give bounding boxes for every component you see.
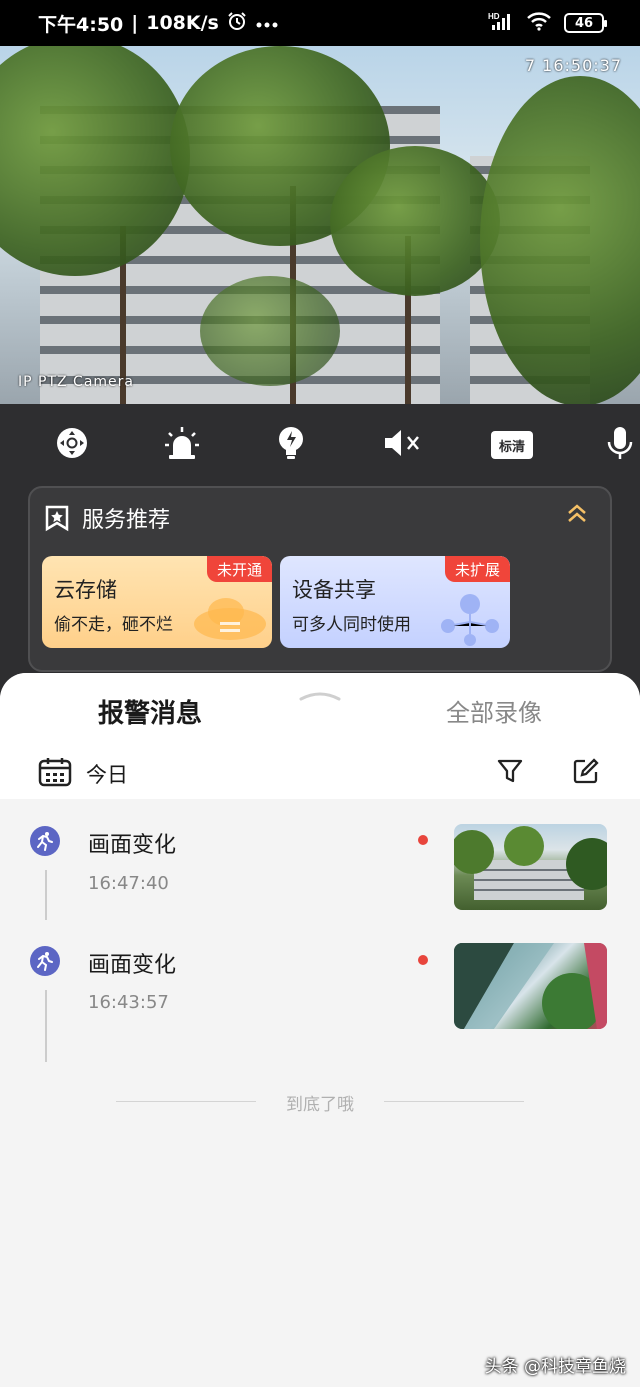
alarm-siren-icon: [163, 425, 201, 465]
light-button[interactable]: [268, 422, 314, 468]
control-toolbar: 标清: [0, 422, 640, 472]
mute-icon: [382, 427, 424, 463]
ptz-icon: [54, 425, 90, 465]
event-time: 16:43:57: [88, 992, 169, 1013]
event-thumbnail[interactable]: [454, 943, 607, 1029]
card-title: 云存储: [54, 578, 117, 602]
tab-alarm-messages[interactable]: 报警消息: [98, 693, 202, 730]
status-right: HD 46: [488, 11, 607, 35]
edit-icon[interactable]: [572, 757, 600, 789]
device-share-card[interactable]: 设备共享 可多人同时使用 未扩展: [280, 556, 510, 648]
video-camera-label: IP PTZ Camera: [18, 374, 134, 390]
timeline-line: [45, 990, 47, 1062]
bottom-sheet: 报警消息 全部录像 今日: [0, 673, 640, 1387]
battery-icon: 46: [564, 13, 607, 33]
status-bar: 下午4:50 | 108K/s HD 46: [0, 0, 640, 46]
cloud-icon: [194, 598, 266, 640]
tab-all-recordings[interactable]: 全部录像: [446, 693, 542, 728]
svg-text:HD: HD: [488, 12, 500, 21]
status-left: 下午4:50 | 108K/s: [38, 10, 279, 37]
motion-running-icon: [30, 826, 60, 856]
more-dots-icon: [255, 12, 279, 34]
controls-panel: 标清 服务推荐 云存储 偷不走，砸不烂 未开通 设备共享 可多人同时使用 未扩展: [0, 404, 640, 704]
status-separator: |: [131, 12, 139, 34]
camera-video-feed[interactable]: 7 16:50:37 IP PTZ Camera: [0, 46, 640, 404]
end-of-list-text: 到底了哦: [286, 1095, 354, 1115]
filter-icon[interactable]: [496, 757, 524, 789]
event-thumbnail[interactable]: [454, 824, 607, 910]
ptz-button[interactable]: [49, 422, 95, 468]
wifi-icon: [526, 11, 552, 35]
sheet-handle-icon[interactable]: [298, 687, 342, 706]
unread-dot: [418, 835, 428, 845]
status-badge: 未开通: [206, 556, 272, 582]
battery-level: 46: [574, 15, 594, 31]
alarm-clock-icon: [227, 11, 247, 36]
share-network-icon: [441, 594, 499, 646]
unread-dot: [418, 955, 428, 965]
mute-button[interactable]: [380, 422, 426, 468]
calendar-icon[interactable]: [38, 757, 72, 791]
collapse-chevron-icon[interactable]: [566, 502, 588, 528]
card-title: 设备共享: [292, 578, 376, 602]
event-title: 画面变化: [88, 833, 177, 858]
date-label[interactable]: 今日: [86, 759, 128, 789]
quality-label: 标清: [491, 431, 533, 459]
service-recommendation: 服务推荐 云存储 偷不走，砸不烂 未开通 设备共享 可多人同时使用 未扩展: [28, 486, 612, 672]
video-timestamp: 7 16:50:37: [524, 56, 622, 75]
card-subtitle: 可多人同时使用: [292, 615, 411, 635]
light-bulb-icon: [276, 425, 306, 465]
status-speed: 108K/s: [146, 12, 219, 34]
status-badge: 未扩展: [444, 556, 510, 582]
mic-icon: [606, 425, 636, 465]
event-title: 画面变化: [88, 953, 177, 978]
event-time: 16:47:40: [88, 873, 169, 894]
status-time: 下午4:50: [38, 13, 124, 36]
watermark: 头条 @科技章鱼烧: [484, 1357, 626, 1377]
card-subtitle: 偷不走，砸不烂: [54, 615, 173, 635]
timeline-line: [45, 870, 47, 920]
mic-button[interactable]: [598, 422, 640, 468]
cloud-storage-card[interactable]: 云存储 偷不走，砸不烂 未开通: [42, 556, 272, 648]
quality-button[interactable]: 标清: [489, 422, 535, 468]
service-title: 服务推荐: [82, 508, 171, 533]
motion-running-icon: [30, 946, 60, 976]
video-tree: [200, 276, 340, 386]
star-bookmark-icon: [44, 504, 70, 536]
hd-signal-icon: HD: [488, 11, 514, 35]
video-tree: [330, 146, 500, 296]
siren-button[interactable]: [159, 422, 205, 468]
sheet-header: 报警消息 全部录像 今日: [0, 673, 640, 799]
